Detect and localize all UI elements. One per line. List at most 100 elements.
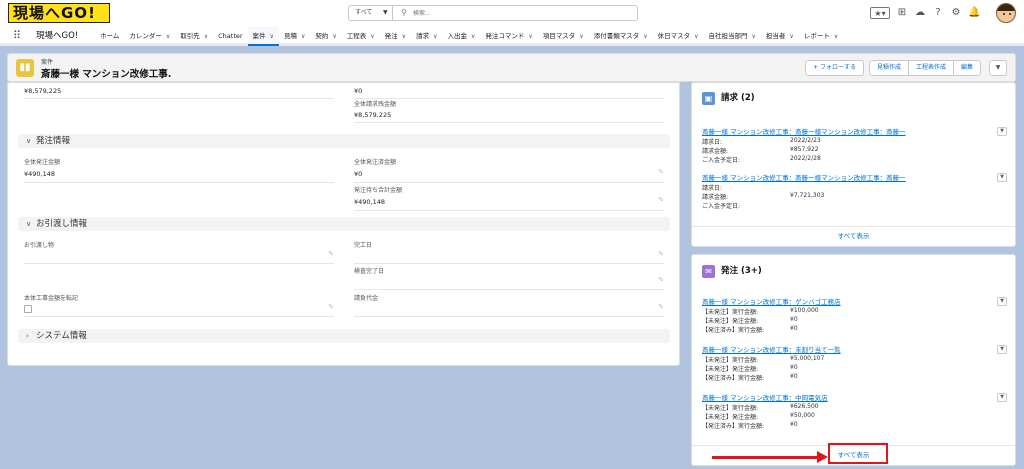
nav-tab[interactable]: 入出金 ∨ <box>442 27 480 46</box>
global-search[interactable]: すべて ▼ ⚲ <box>348 5 638 21</box>
related-field-label: 【未発注】実行金額: <box>702 357 759 364</box>
related-record-link[interactable]: 斎藤一様 マンション改修工事：未割り当て一覧 <box>702 344 841 354</box>
pencil-icon[interactable]: ✎ <box>658 250 664 258</box>
chevron-down-icon: ▼ <box>383 9 388 16</box>
follow-button[interactable]: + フォローする <box>805 60 864 76</box>
nav-tab-label: 自社担当部門 <box>708 32 748 40</box>
nav-tab[interactable]: 発注コマンド ∨ <box>480 27 537 46</box>
chevron-down-icon[interactable]: ∨ <box>270 33 274 40</box>
chevron-down-icon[interactable]: ∨ <box>752 33 756 40</box>
search-input[interactable] <box>413 8 633 18</box>
create-estimate-button[interactable]: 見積作成 <box>868 60 909 76</box>
section-title: お引渡し情報 <box>36 219 88 229</box>
field-value: ¥490,148 <box>24 170 56 178</box>
bell-icon[interactable]: 🔔 <box>968 7 980 19</box>
nav-tab-label: 休日マスタ <box>657 32 691 40</box>
related-list-title[interactable]: 発注 (3+) <box>721 265 762 278</box>
pencil-icon[interactable]: ✎ <box>658 196 664 204</box>
record-header: ▮▮ 案件 斎藤一様 マンション改修工事. + フォローする 見積作成 工程表作… <box>7 53 1016 82</box>
nav-tab[interactable]: 取引先 ∨ <box>175 27 213 46</box>
app-launcher-icon[interactable]: ⠿ <box>13 30 25 42</box>
chevron-down-icon[interactable]: ∨ <box>789 33 793 40</box>
nav-tab[interactable]: 発注 ∨ <box>380 27 411 46</box>
pencil-icon[interactable]: ✎ <box>658 276 664 284</box>
row-menu-button[interactable]: ▼ <box>997 393 1007 402</box>
nav-tab[interactable]: Chatter <box>213 27 247 46</box>
field-label: 全体請求残金額 <box>354 101 397 108</box>
view-all-link[interactable]: すべて表示 <box>692 226 1015 244</box>
field-value: ¥0 <box>354 87 363 95</box>
chevron-down-icon[interactable]: ∨ <box>204 33 208 40</box>
row-menu-button[interactable]: ▼ <box>997 297 1007 306</box>
chevron-down-icon[interactable]: ∨ <box>433 33 437 40</box>
order-related-list: ✉ 発注 (3+) 斎藤一様 マンション改修工事：ゲンバゴ工務店 ▼ 【未発注】実行… <box>691 254 1016 466</box>
chevron-down-icon[interactable]: ∨ <box>166 33 170 40</box>
section-header-system[interactable]: › システム情報 <box>18 329 670 343</box>
invoice-icon: ▣ <box>702 92 715 105</box>
nav-tabs: ホーム カレンダー ∨ 取引先 ∨ Chatter 案件 ∨ 見積 ∨ 契約 ∨ 工程表 ∨ 発注 ∨ 請求 ∨ 入… <box>95 27 843 46</box>
gear-icon[interactable]: ⚙ <box>950 7 962 19</box>
nav-tab[interactable]: 自社担当部門 ∨ <box>704 27 761 46</box>
billing-related-list: ▣ 請求 (2) 斎藤一様 マンション改修工事：斎藤一様マンション改修工事：斎藤… <box>691 82 1016 247</box>
field-row: 全体請求残金額 ¥8,579,225 <box>354 99 664 123</box>
app-logo[interactable]: 現場へGO! <box>8 3 110 23</box>
record-actions: + フォローする 見積作成 工程表作成 編集 <box>805 60 981 76</box>
pencil-icon[interactable]: ✎ <box>328 303 334 311</box>
chevron-right-icon: › <box>26 332 29 340</box>
pencil-icon[interactable]: ✎ <box>658 168 664 176</box>
chevron-down-icon[interactable]: ∨ <box>370 33 374 40</box>
nav-tab[interactable]: 添付書類マスタ ∨ <box>589 27 653 46</box>
edit-button[interactable]: 編集 <box>952 60 981 76</box>
nav-tab-label: 添付書類マスタ <box>593 32 640 40</box>
pencil-icon[interactable]: ✎ <box>328 250 334 258</box>
nav-tab[interactable]: レポート ∨ <box>799 27 843 46</box>
add-icon[interactable]: ⊞ <box>896 7 908 19</box>
nav-tab[interactable]: 見積 ∨ <box>279 27 310 46</box>
avatar[interactable] <box>996 3 1016 23</box>
nav-tab[interactable]: 担当者 ∨ <box>761 27 799 46</box>
nav-tab[interactable]: 工程表 ∨ <box>342 27 380 46</box>
nav-tab-label: カレンダー <box>129 32 162 40</box>
chevron-down-icon[interactable]: ∨ <box>528 33 532 40</box>
related-field-label: 【未発注】発注金額: <box>702 318 759 325</box>
related-record-link[interactable]: 斎藤一様 マンション改修工事：斎藤一様マンション改修工事：斎藤一 <box>702 172 906 182</box>
nav-tab[interactable]: カレンダー ∨ <box>124 27 175 46</box>
chevron-down-icon[interactable]: ∨ <box>402 33 406 40</box>
nav-tab[interactable]: 休日マスタ ∨ <box>653 27 704 46</box>
row-menu-button[interactable]: ▼ <box>997 345 1007 354</box>
nav-tab[interactable]: 契約 ∨ <box>310 27 341 46</box>
related-record-link[interactable]: 斎藤一様 マンション改修工事：中岡電気店 <box>702 392 828 402</box>
chevron-down-icon[interactable]: ∨ <box>471 33 475 40</box>
transfer-checkbox[interactable] <box>24 305 32 313</box>
nav-tab[interactable]: ホーム <box>95 27 124 46</box>
chevron-down-icon[interactable]: ∨ <box>694 33 698 40</box>
related-list-title[interactable]: 請求 (2) <box>721 92 755 105</box>
field-label: 検査完了日 <box>354 268 385 275</box>
nav-tab[interactable]: 請求 ∨ <box>411 27 442 46</box>
section-header-order[interactable]: ∨ 発注情報 <box>18 134 670 148</box>
field-label: 全体発注済金額 <box>354 159 397 166</box>
nav-tab[interactable]: 案件 ∨ <box>247 27 279 46</box>
cloud-icon[interactable]: ☁ <box>914 7 926 19</box>
nav-tab[interactable]: 項目マスタ ∨ <box>538 27 589 46</box>
nav-tab-label: 契約 <box>315 32 329 40</box>
more-actions-button[interactable]: ▼ <box>989 60 1007 76</box>
related-record-link[interactable]: 斎藤一様 マンション改修工事：斎藤一様マンション改修工事：斎藤一 <box>702 126 906 136</box>
related-field-value: ¥100,000 <box>790 307 819 314</box>
field-label: 請負代金 <box>354 295 379 302</box>
chevron-down-icon[interactable]: ∨ <box>834 33 838 40</box>
chevron-down-icon[interactable]: ∨ <box>332 33 336 40</box>
nav-tab-label: 項目マスタ <box>542 32 576 40</box>
help-icon[interactable]: ? <box>932 7 944 19</box>
chevron-down-icon[interactable]: ∨ <box>643 33 647 40</box>
related-record-link[interactable]: 斎藤一様 マンション改修工事：ゲンバゴ工務店 <box>702 296 841 306</box>
row-menu-button[interactable]: ▼ <box>997 173 1007 182</box>
chevron-down-icon[interactable]: ∨ <box>579 33 583 40</box>
section-header-delivery[interactable]: ∨ お引渡し情報 <box>18 217 670 231</box>
row-menu-button[interactable]: ▼ <box>997 127 1007 136</box>
chevron-down-icon[interactable]: ∨ <box>301 33 305 40</box>
pencil-icon[interactable]: ✎ <box>658 303 664 311</box>
create-schedule-button[interactable]: 工程表作成 <box>907 60 954 76</box>
favorites-star-icon[interactable]: ★▾ <box>870 7 890 19</box>
field-label: 全体発注金額 <box>24 159 61 166</box>
